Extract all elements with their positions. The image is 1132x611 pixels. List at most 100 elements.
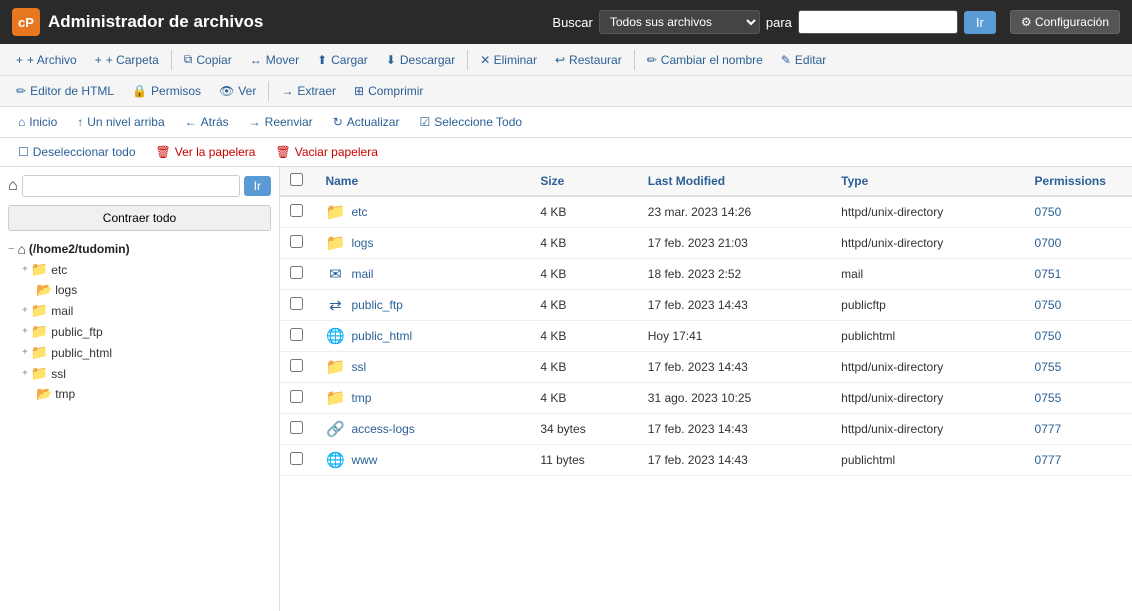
table-row[interactable]: 📁 tmp 4 KB 31 ago. 2023 10:25 httpd/unix… [280, 383, 1132, 414]
path-input[interactable] [22, 175, 240, 197]
row-checkbox-3[interactable] [290, 297, 303, 310]
eliminar-button[interactable]: ✕ Eliminar [472, 49, 545, 71]
col-permissions-header[interactable]: Permissions [1025, 167, 1132, 196]
search-ir-button[interactable]: Ir [964, 11, 996, 34]
etc-toggle: + [22, 264, 28, 275]
collapse-button[interactable]: Contraer todo [8, 205, 271, 231]
cargar-button[interactable]: ⬆ Cargar [309, 49, 376, 71]
tree-root-item[interactable]: − ⌂ (/home2/tudomin) [8, 239, 271, 259]
row-checkbox-8[interactable] [290, 452, 303, 465]
atras-button[interactable]: ← Atrás [177, 112, 237, 132]
editar-button[interactable]: ✎ Editar [773, 49, 834, 71]
table-row[interactable]: 🔗 access-logs 34 bytes 17 feb. 2023 14:4… [280, 414, 1132, 445]
path-ir-button[interactable]: Ir [244, 176, 271, 196]
select-all-checkbox[interactable] [290, 173, 303, 186]
extraer-button[interactable]: → Extraer [273, 80, 344, 102]
descargar-button[interactable]: ⬇ Descargar [378, 49, 463, 71]
table-row[interactable]: 📁 ssl 4 KB 17 feb. 2023 14:43 httpd/unix… [280, 352, 1132, 383]
row-type-cell: httpd/unix-directory [831, 383, 1024, 414]
folder-icon: 📁 [325, 357, 345, 377]
copiar-button[interactable]: ⧉ Copiar [176, 48, 240, 71]
tree-item-logs[interactable]: 📂 logs [22, 280, 271, 300]
permisos-button[interactable]: 🔒 Permisos [124, 80, 209, 102]
row-name[interactable]: www [351, 453, 377, 467]
cpanel-icon: cP [12, 8, 40, 36]
row-name[interactable]: access-logs [351, 422, 414, 436]
mail-folder-icon: 📁 [31, 302, 48, 319]
un-nivel-button[interactable]: ↑ Un nivel arriba [69, 112, 172, 132]
seleccione-todo-button[interactable]: ☑ Seleccione Todo [411, 112, 530, 132]
sep4 [268, 81, 269, 101]
tree-item-etc[interactable]: + 📁 etc [22, 259, 271, 280]
row-checkbox-0[interactable] [290, 204, 303, 217]
row-checkbox-cell [280, 196, 315, 228]
archivo-button[interactable]: + + Archivo [8, 49, 85, 71]
row-type-cell: mail [831, 259, 1024, 290]
row-checkbox-2[interactable] [290, 266, 303, 279]
ftp-folder-icon: 📁 [31, 323, 48, 340]
row-name[interactable]: logs [351, 236, 373, 250]
table-row[interactable]: ✉ mail 4 KB 18 feb. 2023 2:52 mail 0751 [280, 259, 1132, 290]
actualizar-button[interactable]: ↻ Actualizar [325, 112, 408, 132]
mover-button[interactable]: ↔ Mover [242, 49, 307, 71]
table-row[interactable]: ⇄ public_ftp 4 KB 17 feb. 2023 14:43 pub… [280, 290, 1132, 321]
tree-item-tmp[interactable]: 📂 tmp [22, 384, 271, 404]
etc-folder-icon: 📁 [31, 261, 48, 278]
deseleccionar-button[interactable]: ☐ Deseleccionar todo [10, 142, 144, 162]
col-modified-header[interactable]: Last Modified [638, 167, 831, 196]
row-name[interactable]: ssl [351, 360, 366, 374]
row-checkbox-cell [280, 228, 315, 259]
row-checkbox-1[interactable] [290, 235, 303, 248]
table-row[interactable]: 🌐 public_html 4 KB Hoy 17:41 publichtml … [280, 321, 1132, 352]
row-checkbox-7[interactable] [290, 421, 303, 434]
carpeta-button[interactable]: + + Carpeta [87, 49, 167, 71]
table-row[interactable]: 📁 logs 4 KB 17 feb. 2023 21:03 httpd/uni… [280, 228, 1132, 259]
row-permissions-cell: 0750 [1025, 321, 1132, 352]
table-row[interactable]: 🌐 www 11 bytes 17 feb. 2023 14:43 public… [280, 445, 1132, 476]
tree-item-ssl[interactable]: + 📁 ssl [22, 363, 271, 384]
header: cP Administrador de archivos Buscar Todo… [0, 0, 1132, 44]
row-checkbox-6[interactable] [290, 390, 303, 403]
row-checkbox-5[interactable] [290, 359, 303, 372]
rename-icon: ✏ [647, 53, 657, 67]
mover-icon: ↔ [250, 53, 262, 67]
ver-button[interactable]: 👁 Ver [211, 80, 264, 102]
search-label: Buscar [552, 15, 592, 30]
row-size-cell: 4 KB [530, 228, 637, 259]
row-name-cell: 🔗 access-logs [315, 414, 530, 445]
col-type-header[interactable]: Type [831, 167, 1024, 196]
vaciar-papelera-button[interactable]: 🗑 Vaciar papelera [267, 142, 385, 162]
comprimir-button[interactable]: ⊞ Comprimir [346, 80, 431, 102]
row-type-cell: publicftp [831, 290, 1024, 321]
ssl-label: ssl [51, 367, 66, 381]
row-name[interactable]: public_ftp [351, 298, 402, 312]
row-modified-cell: 17 feb. 2023 14:43 [638, 445, 831, 476]
tree-item-public-ftp[interactable]: + 📁 public_ftp [22, 321, 271, 342]
row-name[interactable]: tmp [351, 391, 371, 405]
mail-toggle: + [22, 305, 28, 316]
editor-html-button[interactable]: ✏ Editor de HTML [8, 80, 122, 102]
home-icon: ⌂ [18, 115, 25, 129]
config-button[interactable]: ⚙ Configuración [1010, 10, 1120, 34]
row-checkbox-4[interactable] [290, 328, 303, 341]
row-name[interactable]: etc [351, 205, 367, 219]
ver-papelera-button[interactable]: 🗑 Ver la papelera [148, 142, 264, 162]
search-scope-select[interactable]: Todos sus archivos Solo nombre de archiv… [599, 10, 760, 34]
row-type-cell: httpd/unix-directory [831, 414, 1024, 445]
tree-item-public-html[interactable]: + 📁 public_html [22, 342, 271, 363]
html-toggle: + [22, 347, 28, 358]
col-size-header[interactable]: Size [530, 167, 637, 196]
cambiar-nombre-button[interactable]: ✏ Cambiar el nombre [639, 49, 771, 71]
inicio-button[interactable]: ⌂ Inicio [10, 112, 65, 132]
search-input[interactable] [798, 10, 958, 34]
reenviar-button[interactable]: → Reenviar [241, 112, 321, 132]
restaurar-button[interactable]: ↩ Restaurar [547, 49, 630, 71]
col-name-header[interactable]: Name [315, 167, 530, 196]
row-name[interactable]: public_html [351, 329, 412, 343]
folder-icon: 📁 [325, 202, 345, 222]
tree-item-mail[interactable]: + 📁 mail [22, 300, 271, 321]
table-row[interactable]: 📁 etc 4 KB 23 mar. 2023 14:26 httpd/unix… [280, 196, 1132, 228]
sep2 [467, 50, 468, 70]
row-checkbox-cell [280, 383, 315, 414]
row-name[interactable]: mail [351, 267, 373, 281]
